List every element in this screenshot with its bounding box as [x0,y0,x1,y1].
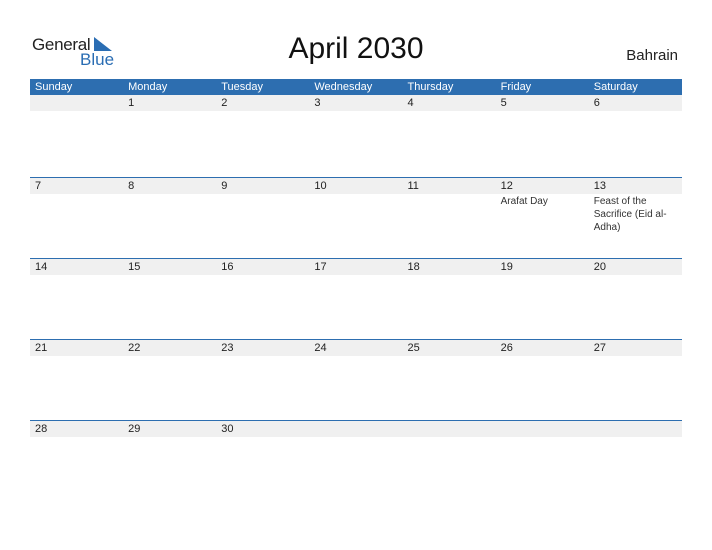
holiday-event [309,194,402,234]
day-number: 11 [407,180,419,192]
day-number: 25 [407,342,420,354]
date-number-row: 28 29 30 [30,421,682,437]
holiday-event [496,437,589,438]
holiday-event [309,111,402,112]
event-row [30,437,682,438]
week-row: 14 15 16 17 18 19 20 [30,258,682,339]
day-number: 14 [35,261,48,273]
day-number: 1 [128,97,135,109]
weekday-saturday: Saturday [593,81,638,93]
day-number: 13 [593,180,606,192]
date-number-row: 7 8 9 10 11 12 13 [30,178,682,194]
holiday-event [123,275,216,276]
day-number: 8 [128,180,135,192]
weekday-header: Sunday Monday Tuesday Wednesday Thursday… [30,79,682,95]
holiday-event [216,437,309,438]
holiday-event [216,111,309,112]
day-number [403,421,496,437]
holiday-event [30,356,123,357]
weekday-thursday: Thursday [407,81,454,93]
holiday-event [123,356,216,357]
holiday-event [30,111,123,112]
event-row [30,356,682,357]
day-number: 12 [500,180,513,192]
day-number: 3 [314,97,321,109]
day-number: 18 [407,261,420,273]
weekday-friday: Friday [500,81,532,93]
week-row: 7 8 9 10 11 12 13 Arafat Day Feast of the Sacrif… [30,177,682,258]
day-number: 27 [593,342,606,354]
day-number [30,95,123,111]
day-number: 22 [128,342,141,354]
holiday-event [589,111,682,112]
weekday-wednesday: Wednesday [314,81,373,93]
holiday-event [496,356,589,357]
holiday-event [309,356,402,357]
day-number: 4 [407,97,414,109]
day-number: 6 [593,97,600,109]
holiday-event [30,194,123,234]
holiday-event: Arafat Day [500,196,548,207]
day-number: 15 [128,261,141,273]
day-number: 28 [35,423,48,435]
day-number: 20 [593,261,606,273]
country-label: Bahrain [626,47,678,64]
holiday-event [123,111,216,112]
weekday-monday: Monday [128,81,168,93]
event-row [30,275,682,276]
day-number: 5 [500,97,507,109]
day-number: 7 [35,180,42,192]
day-number: 21 [35,342,48,354]
holiday-event [309,437,402,438]
day-number: 23 [221,342,234,354]
weekday-tuesday: Tuesday [221,81,264,93]
holiday-event [496,111,589,112]
holiday-event [403,194,496,234]
day-number [309,421,402,437]
holiday-event [123,194,216,234]
holiday-event [30,437,123,438]
day-number: 19 [500,261,513,273]
holiday-event [30,275,123,276]
week-row: 28 29 30 [30,420,682,501]
holiday-event [589,356,682,357]
day-number [496,421,589,437]
week-row: 1 2 3 4 5 6 [30,95,682,177]
holiday-event [403,275,496,276]
day-number [589,421,682,437]
holiday-event [403,356,496,357]
date-number-row: 1 2 3 4 5 6 [30,95,682,111]
day-number: 9 [221,180,228,192]
day-number: 17 [314,261,327,273]
holiday-event [216,275,309,276]
holiday-event [589,437,682,438]
day-number: 26 [500,342,513,354]
holiday-event [123,437,216,438]
month-calendar: Sunday Monday Tuesday Wednesday Thursday… [30,79,682,501]
day-number: 10 [314,180,327,192]
holiday-event [403,437,496,438]
holiday-event [403,111,496,112]
event-row: Arafat Day Feast of the Sacrifice (Eid al… [30,194,682,234]
date-number-row: 21 22 23 24 25 26 27 [30,340,682,356]
holiday-event [216,194,309,234]
day-number: 16 [221,261,234,273]
event-row [30,111,682,112]
day-number: 2 [221,97,228,109]
holiday-event [496,275,589,276]
weekday-sunday: Sunday [35,81,73,93]
day-number: 29 [128,423,141,435]
holiday-event: Feast of the Sacrifice (Eid al-Adha) [593,196,667,233]
week-row: 21 22 23 24 25 26 27 [30,339,682,420]
holiday-event [309,275,402,276]
date-number-row: 14 15 16 17 18 19 20 [30,259,682,275]
day-number: 24 [314,342,327,354]
holiday-event [589,275,682,276]
holiday-event [216,356,309,357]
calendar-title: April 2030 [288,32,424,65]
day-number: 30 [221,423,234,435]
